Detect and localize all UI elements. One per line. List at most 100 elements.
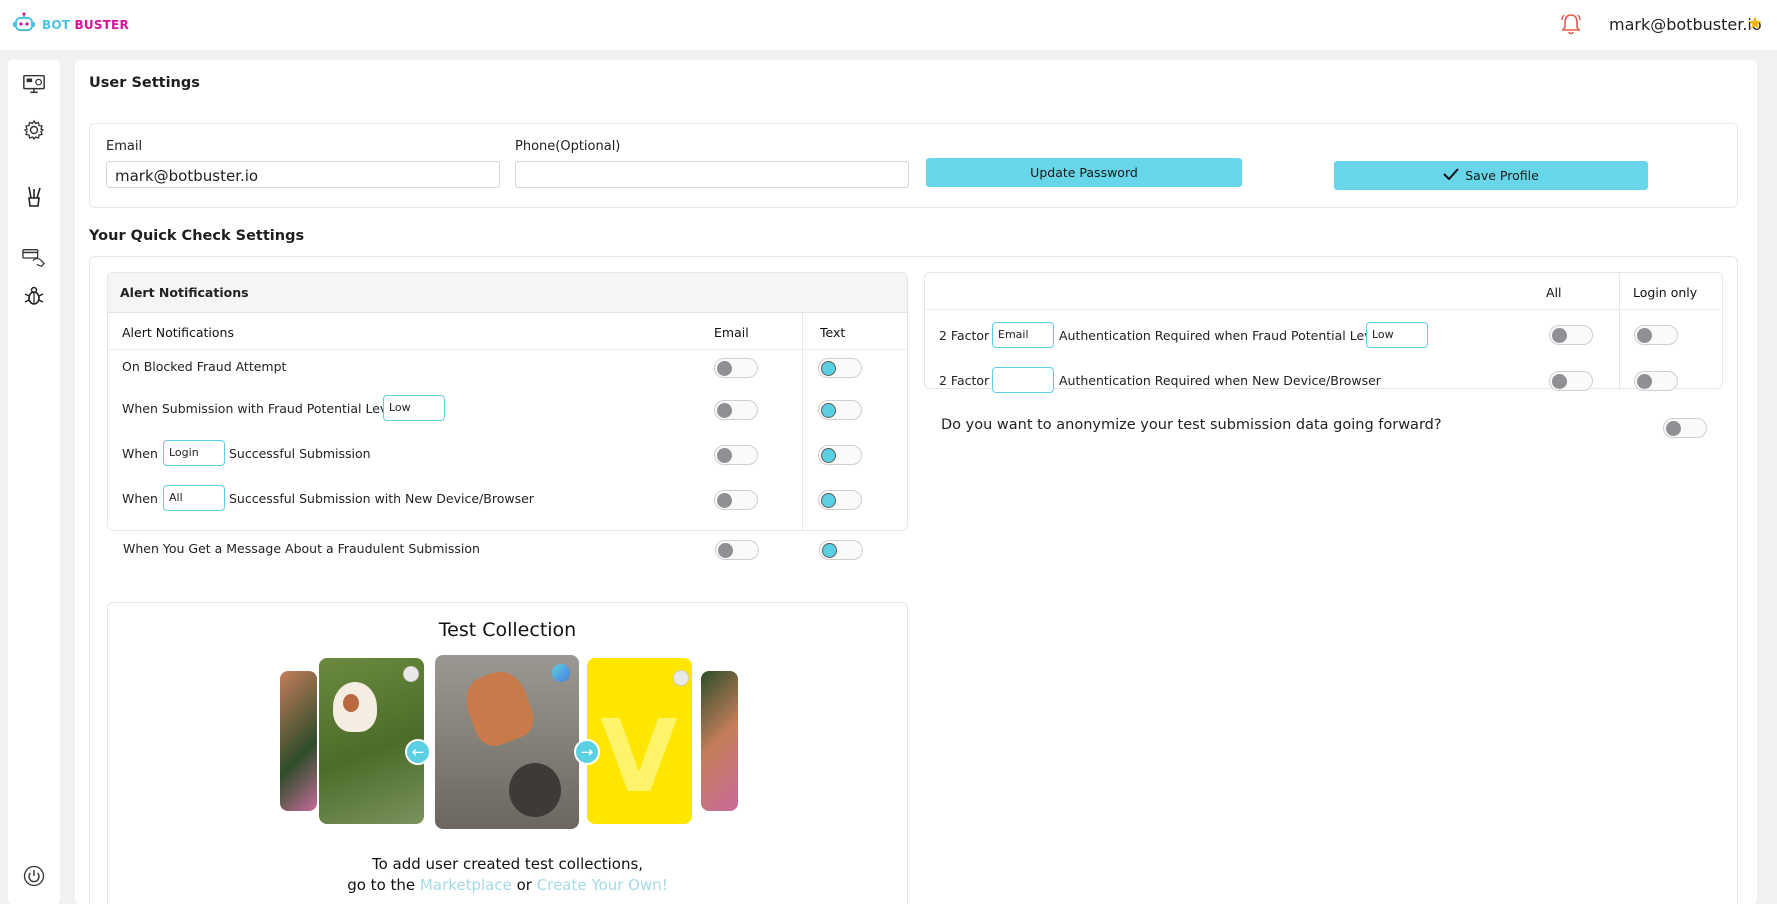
row-label-suffix: Successful Submission — [229, 446, 371, 461]
create-your-own-link[interactable]: Create Your Own! — [537, 876, 668, 894]
column-divider — [802, 313, 803, 531]
anonymize-toggle[interactable] — [1663, 418, 1707, 438]
carousel-image-far-left[interactable] — [280, 671, 317, 811]
toggle-knob — [1637, 328, 1652, 343]
sidebar — [8, 60, 60, 904]
carousel-image-right[interactable]: V — [587, 658, 692, 824]
star-icon[interactable]: ★ — [1747, 13, 1763, 34]
all-toggle[interactable] — [1549, 371, 1593, 391]
fraud-level-select[interactable]: Low — [383, 395, 445, 421]
row-label-suffix: Authentication Required when New Device/… — [1059, 373, 1381, 388]
dog-ear-shape — [343, 694, 359, 712]
header-divider — [108, 349, 907, 350]
select-dot-icon[interactable] — [403, 666, 419, 682]
email-toggle[interactable] — [714, 400, 758, 420]
gear-icon[interactable] — [22, 118, 46, 142]
text-toggle[interactable] — [818, 490, 862, 510]
update-password-label: Update Password — [1030, 165, 1138, 180]
row-label: 2 Factor — [939, 373, 990, 388]
bug-icon[interactable] — [22, 284, 46, 308]
profile-card: Email mark@botbuster.io Phone(Optional) … — [89, 123, 1738, 208]
brush-tool-icon[interactable] — [22, 184, 46, 208]
header-divider — [925, 309, 1722, 310]
carousel-image-center[interactable] — [435, 655, 579, 829]
column-divider — [1619, 273, 1620, 389]
carousel-image-left[interactable] — [319, 658, 424, 824]
text-toggle[interactable] — [818, 400, 862, 420]
text-toggle[interactable] — [818, 358, 862, 378]
toggle-knob — [1552, 328, 1567, 343]
check-icon — [1443, 168, 1459, 183]
save-profile-button[interactable]: Save Profile — [1334, 161, 1648, 190]
col-header-login-only: Login only — [1633, 285, 1698, 300]
email-toggle[interactable] — [714, 358, 758, 378]
carousel-image-far-right[interactable] — [701, 671, 738, 811]
col-header-all: All — [1546, 285, 1562, 300]
email-toggle[interactable] — [714, 490, 758, 510]
col-header-alert: Alert Notifications — [122, 325, 234, 340]
fraud-level-select[interactable]: Low — [1366, 322, 1428, 348]
test-collection-title: Test Collection — [438, 619, 577, 641]
auth-method-select[interactable]: Email — [992, 322, 1054, 348]
save-profile-label: Save Profile — [1465, 168, 1539, 183]
alert-card-title: Alert Notifications — [120, 285, 249, 300]
logo[interactable]: BOT BUSTER — [12, 12, 129, 38]
text-toggle[interactable] — [819, 540, 863, 560]
toggle-knob — [821, 493, 836, 508]
toggle-knob — [717, 403, 732, 418]
toggle-knob — [717, 448, 732, 463]
toggle-knob — [821, 403, 836, 418]
row-label: When Submission with Fraud Potential Lev… — [122, 401, 399, 416]
two-factor-card: All Login only 2 Factor Email Authentica… — [924, 272, 1723, 393]
email-toggle[interactable] — [715, 540, 759, 560]
toggle-knob — [1552, 374, 1567, 389]
top-bar: BOT BUSTER mark@botbuster.io ★ — [0, 0, 1777, 50]
auth-method-select[interactable] — [992, 367, 1054, 393]
row-label-suffix: Authentication Required when Fraud Poten… — [1059, 328, 1383, 343]
toggle-knob — [717, 361, 732, 376]
toggle-knob — [1637, 374, 1652, 389]
toggle-knob — [822, 543, 837, 558]
cat-shape — [458, 664, 540, 752]
arrow-left-icon[interactable]: ← — [405, 739, 431, 765]
submission-type-select[interactable]: All — [163, 485, 225, 511]
main-panel: User Settings Email mark@botbuster.io Ph… — [75, 60, 1757, 904]
all-toggle[interactable] — [1549, 325, 1593, 345]
toggle-knob — [718, 543, 733, 558]
test-collection-note: To add user created test collections, go… — [108, 854, 907, 896]
note-line-1: To add user created test collections, — [371, 855, 644, 873]
bell-icon[interactable] — [1560, 12, 1582, 40]
update-password-button[interactable]: Update Password — [926, 158, 1242, 187]
email-toggle[interactable] — [714, 445, 758, 465]
user-settings-title: User Settings — [89, 75, 200, 91]
monitor-dashboard-icon[interactable] — [22, 72, 46, 96]
row-label: When — [122, 446, 158, 461]
phone-field[interactable] — [515, 161, 909, 188]
login-only-toggle[interactable] — [1634, 371, 1678, 391]
user-email[interactable]: mark@botbuster.io — [1609, 15, 1762, 34]
submission-type-select[interactable]: Login — [163, 440, 225, 466]
quick-check-title: Your Quick Check Settings — [89, 228, 305, 244]
login-only-toggle[interactable] — [1634, 325, 1678, 345]
row-label: On Blocked Fraud Attempt — [122, 359, 287, 374]
marketplace-link[interactable]: Marketplace — [420, 876, 512, 894]
anonymize-question: Do you want to anonymize your test submi… — [941, 417, 1442, 433]
power-icon[interactable] — [22, 864, 46, 888]
note-or: or — [516, 876, 532, 894]
card-hand-icon[interactable] — [22, 246, 46, 270]
row-label: When You Get a Message About a Fraudulen… — [123, 541, 480, 556]
toggle-knob — [717, 493, 732, 508]
logo-text-part2: BUSTER — [74, 18, 129, 32]
toggle-knob — [821, 361, 836, 376]
row-label: 2 Factor — [939, 328, 990, 343]
note-prefix: go to the — [347, 876, 416, 894]
email-field[interactable]: mark@botbuster.io — [106, 161, 500, 188]
logo-text-part1: BOT — [42, 18, 71, 32]
select-dot-icon[interactable] — [673, 670, 689, 686]
arrow-right-icon[interactable]: → — [574, 739, 600, 765]
note-line-2: go to the Marketplace or Create Your Own… — [108, 875, 907, 896]
logo-text: BOT BUSTER — [42, 18, 129, 32]
selected-dot-icon[interactable] — [552, 664, 570, 682]
text-toggle[interactable] — [818, 445, 862, 465]
test-collection-card: Test Collection V ← → To add user create… — [107, 602, 908, 904]
